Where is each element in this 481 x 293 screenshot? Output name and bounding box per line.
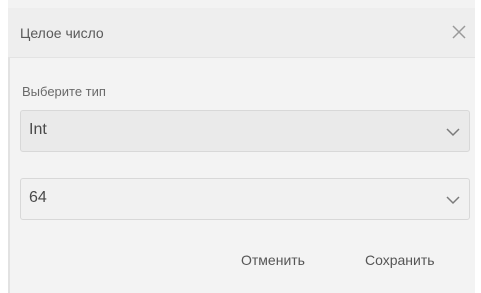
integer-type-dialog: Целое число Выберите тип Int 64 Отменить… [0, 0, 481, 293]
close-icon[interactable] [447, 20, 471, 44]
dialog-body: Выберите тип Int 64 Отменить Сохранить [8, 58, 475, 293]
type-select-value: Int [29, 121, 47, 138]
size-select[interactable]: 64 [20, 178, 470, 220]
left-page-edge [0, 0, 8, 293]
size-select-value: 64 [29, 189, 47, 206]
cancel-button[interactable]: Отменить [241, 252, 305, 268]
type-select[interactable]: Int [20, 110, 470, 152]
chevron-down-icon [445, 192, 461, 208]
chevron-down-icon [445, 124, 461, 140]
right-page-edge [475, 0, 481, 293]
save-button[interactable]: Сохранить [365, 252, 435, 268]
type-label: Выберите тип [22, 84, 106, 99]
dialog-title: Целое число [20, 25, 104, 41]
dialog-header: Целое число [8, 8, 475, 58]
